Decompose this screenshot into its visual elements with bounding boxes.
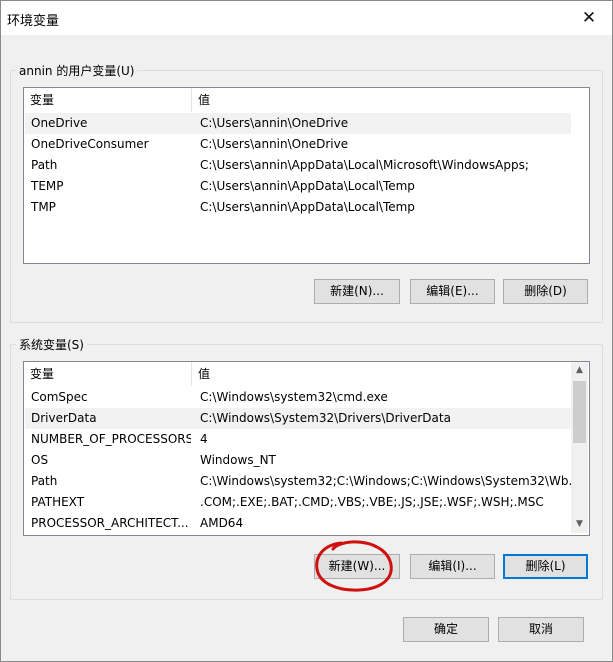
variable-name: OS [31, 453, 49, 467]
close-icon[interactable]: ✕ [566, 1, 612, 35]
title-bar: 环境变量 ✕ [1, 1, 612, 35]
system-new-button[interactable]: 新建(W)... [314, 554, 400, 579]
column-header-value[interactable]: 值 [192, 362, 572, 386]
user-edit-button[interactable]: 编辑(E)... [410, 279, 495, 304]
table-row[interactable]: OS Windows_NT [25, 450, 571, 471]
system-variables-list[interactable]: 变量 值 ComSpec C:\Windows\system32\cmd.exe D… [23, 361, 590, 536]
system-list-header: 变量 值 [24, 362, 572, 386]
table-row[interactable]: Path C:\Windows\system32;C:\Windows;C:\Wi… [25, 471, 580, 492]
variable-name: DriverData [31, 411, 97, 425]
variable-value: 4 [200, 432, 208, 446]
variable-value: C:\Users\annin\OneDrive [200, 137, 349, 151]
variable-value: C:\Users\annin\AppData\Local\Temp [200, 200, 415, 214]
window-title: 环境变量 [7, 14, 60, 29]
table-row[interactable]: PROCESSOR_ARCHITECT... AMD64 [25, 513, 571, 534]
table-row[interactable]: TMP C:\Users\annin\AppData\Local\Temp [25, 197, 571, 218]
user-list-header: 变量 值 [24, 88, 589, 112]
variable-value: C:\Windows\system32;C:\Windows;C:\Window… [200, 474, 580, 488]
scroll-up-icon[interactable]: ▲ [571, 362, 588, 379]
variable-value: AMD64 [200, 516, 244, 530]
variable-name: PROCESSOR_ARCHITECT... [31, 516, 189, 530]
variable-value: .COM;.EXE;.BAT;.CMD;.VBS;.VBE;.JS;.JSE;.… [200, 495, 544, 509]
variable-name: NUMBER_OF_PROCESSORS [31, 432, 191, 446]
column-header-variable[interactable]: 变量 [24, 362, 192, 386]
variable-name: Path [31, 474, 58, 488]
cancel-button[interactable]: 取消 [498, 617, 584, 642]
variable-value: C:\Windows\System32\Drivers\DriverData [200, 411, 451, 425]
table-row[interactable]: NUMBER_OF_PROCESSORS 4 [25, 429, 571, 450]
scrollbar-thumb[interactable] [573, 381, 586, 443]
variable-name: Path [31, 158, 58, 172]
table-row[interactable]: ComSpec C:\Windows\system32\cmd.exe [25, 387, 571, 408]
table-row[interactable]: PATHEXT .COM;.EXE;.BAT;.CMD;.VBS;.VBE;.JS… [25, 492, 571, 513]
user-delete-button[interactable]: 删除(D) [503, 279, 588, 304]
vertical-scrollbar[interactable]: ▲ ▼ [571, 362, 588, 533]
system-edit-button[interactable]: 编辑(I)... [410, 554, 495, 579]
variable-name: OneDrive [31, 116, 88, 130]
variable-value: Windows_NT [200, 453, 276, 467]
ok-button[interactable]: 确定 [403, 617, 489, 642]
variable-name: ComSpec [31, 390, 88, 404]
scroll-down-icon[interactable]: ▼ [571, 516, 588, 533]
variable-value: C:\Users\annin\AppData\Local\Microsoft\W… [200, 158, 529, 172]
variable-value: C:\Windows\system32\cmd.exe [200, 390, 388, 404]
variable-name: PATHEXT [31, 495, 85, 509]
environment-variables-dialog: 环境变量 ✕ annin 的用户变量(U) 变量 值 OneDrive C:\Us… [0, 0, 613, 662]
variable-name: OneDriveConsumer [31, 137, 149, 151]
table-row[interactable]: OneDriveConsumer C:\Users\annin\OneDrive [25, 134, 571, 155]
column-header-variable[interactable]: 变量 [24, 88, 192, 112]
user-new-button[interactable]: 新建(N)... [314, 279, 400, 304]
variable-name: TEMP [31, 179, 64, 193]
variable-value: C:\Users\annin\OneDrive [200, 116, 349, 130]
user-variables-label: annin 的用户变量(U) [16, 62, 138, 79]
column-header-value[interactable]: 值 [192, 88, 589, 112]
variable-name: TMP [31, 200, 56, 214]
system-delete-button[interactable]: 删除(L) [503, 554, 588, 579]
table-row[interactable]: DriverData C:\Windows\System32\Drivers\Dr… [25, 408, 571, 429]
user-variables-list[interactable]: 变量 值 OneDrive C:\Users\annin\OneDrive OneD… [23, 87, 590, 264]
table-row[interactable]: TEMP C:\Users\annin\AppData\Local\Temp [25, 176, 571, 197]
variable-value: C:\Users\annin\AppData\Local\Temp [200, 179, 415, 193]
system-variables-label: 系统变量(S) [16, 336, 87, 353]
table-row[interactable]: OneDrive C:\Users\annin\OneDrive [25, 113, 571, 134]
table-row[interactable]: Path C:\Users\annin\AppData\Local\Microso… [25, 155, 571, 176]
